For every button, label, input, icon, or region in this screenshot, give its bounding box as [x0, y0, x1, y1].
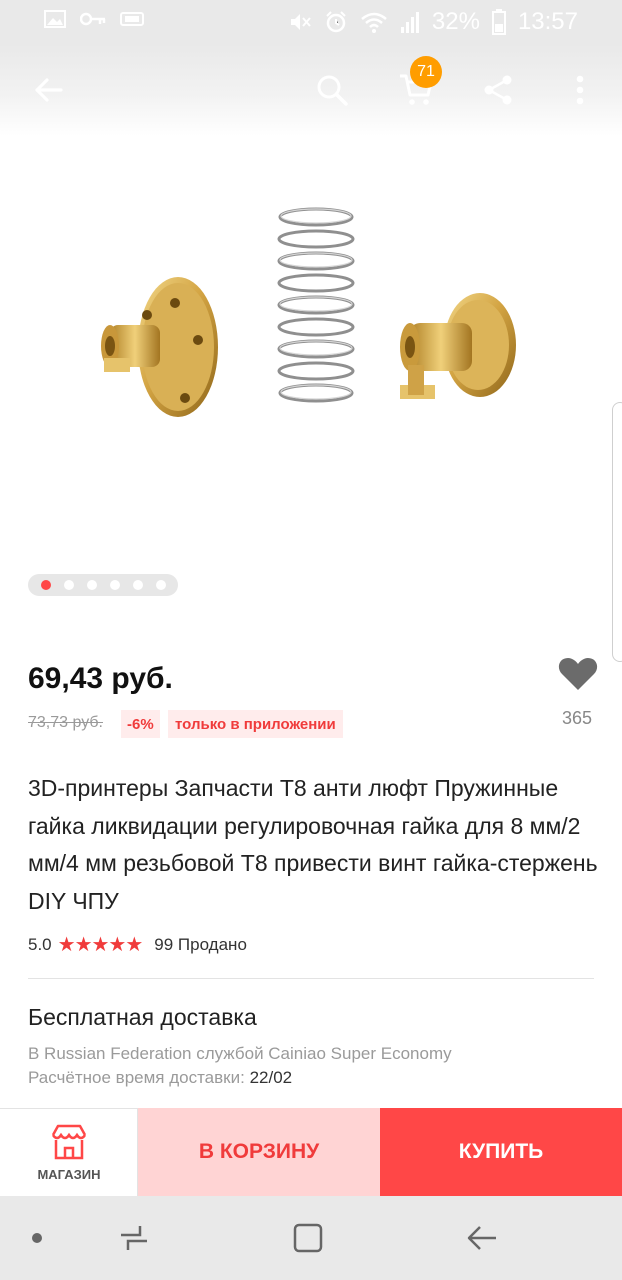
recent-apps-icon [121, 1226, 147, 1250]
shipping-method: В Russian Federation службой Cainiao Sup… [28, 1044, 452, 1063]
key-icon [80, 12, 106, 26]
action-bar: МАГАЗИН В КОРЗИНУ КУПИТЬ [0, 1108, 622, 1196]
back-nav-button[interactable] [452, 1196, 512, 1280]
app-only-badge: только в приложении [168, 710, 343, 738]
rating-stars: ★★★★★ [57, 934, 144, 956]
edge-panel-handle[interactable] [612, 402, 622, 662]
sold-count: 99 Продано [154, 934, 247, 954]
favorite-count: 365 [561, 708, 593, 728]
alarm-icon [326, 11, 346, 33]
search-button[interactable] [304, 44, 360, 136]
pager-dot-4[interactable] [109, 580, 120, 590]
dot-icon [32, 1233, 42, 1243]
recent-apps-button[interactable] [104, 1196, 164, 1280]
product-image[interactable] [90, 195, 530, 430]
share-icon [484, 75, 512, 105]
discount-badge: -6% [121, 710, 160, 738]
current-price: 69,43 руб. [28, 662, 173, 695]
back-button[interactable] [20, 44, 76, 136]
store-button[interactable]: МАГАЗИН [0, 1108, 138, 1196]
add-to-cart-button[interactable]: В КОРЗИНУ [138, 1108, 380, 1196]
home-icon [293, 1223, 323, 1253]
home-button[interactable] [278, 1196, 338, 1280]
shipping-estimate: Расчётное время доставки: 22/02 [28, 1068, 292, 1088]
shipping-title[interactable]: Бесплатная доставка [28, 1004, 257, 1031]
favorite-button[interactable] [556, 656, 600, 697]
sim-icon [120, 12, 144, 26]
pager-dot-2[interactable] [63, 580, 74, 590]
store-label: МАГАЗИН [37, 1167, 101, 1182]
divider [28, 978, 594, 979]
cart-count-badge: 71 [410, 56, 442, 88]
more-icon [576, 75, 584, 105]
battery-icon [491, 9, 506, 35]
shipping-estimate-date: 22/02 [249, 1068, 293, 1087]
pager-dot-5[interactable] [132, 580, 143, 590]
buy-now-button[interactable]: КУПИТЬ [380, 1108, 622, 1196]
top-app-bar: 71 [0, 44, 622, 136]
nav-dot-button[interactable] [22, 1196, 52, 1280]
pager-dot-1[interactable] [40, 580, 51, 590]
battery-percent: 32% [431, 8, 480, 35]
pager-dot-6[interactable] [155, 580, 166, 590]
product-title: 3D-принтеры Запчасти T8 анти люфт Пружин… [28, 775, 598, 914]
image-pager[interactable] [28, 574, 178, 596]
status-bar: 32% 13:57 [0, 0, 622, 44]
search-icon [317, 75, 348, 106]
signal-icon [400, 12, 419, 33]
system-nav-bar [0, 1196, 622, 1280]
back-arrow-icon [35, 78, 63, 102]
mute-icon [290, 14, 311, 30]
heart-icon [558, 658, 598, 690]
clock: 13:57 [517, 8, 578, 35]
pager-dot-3[interactable] [86, 580, 97, 590]
wifi-icon [361, 12, 387, 33]
store-icon [51, 1124, 87, 1160]
rating-value: 5.0 [28, 934, 52, 954]
gallery-icon [44, 10, 66, 28]
rating-row[interactable]: 5.0 ★★★★★ 99 Продано [28, 932, 247, 957]
old-price: 73,73 руб. [28, 714, 103, 731]
more-button[interactable] [556, 44, 604, 136]
share-button[interactable] [470, 44, 526, 136]
shipping-estimate-label: Расчётное время доставки: [28, 1068, 245, 1087]
back-nav-icon [467, 1226, 496, 1250]
